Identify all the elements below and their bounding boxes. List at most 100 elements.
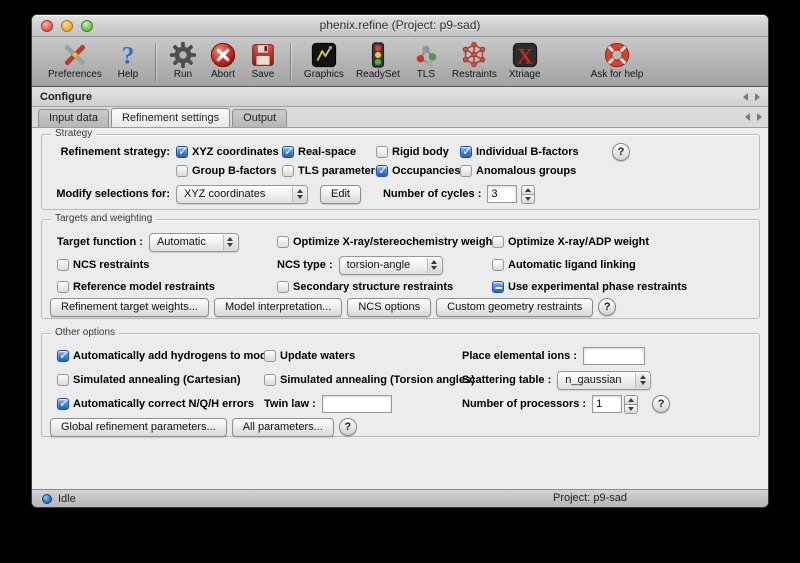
checkbox-label: Simulated annealing (Torsion angles)	[280, 374, 475, 386]
toolbar-button-preferences[interactable]: Preferences	[42, 40, 108, 80]
checkbox-tls-parameters[interactable]: TLS parameters	[282, 165, 381, 177]
status-text: Idle	[58, 493, 76, 505]
targets-row-2: NCS restraints NCS type : torsion-angle …	[42, 256, 759, 274]
toolbar-button-readyset[interactable]: ReadySet	[350, 40, 406, 80]
custom-geometry-restraints-button[interactable]: Custom geometry restraints	[436, 298, 593, 317]
targets-help-button[interactable]: ?	[598, 298, 616, 316]
checkbox-automatically-correct-nqh[interactable]: Automatically correct N/Q/H errors	[57, 398, 254, 410]
help-icon: ?	[114, 40, 142, 69]
checkbox-ncs-restraints[interactable]: NCS restraints	[57, 259, 149, 271]
checkbox-use-experimental-phase-restraints[interactable]: Use experimental phase restraints	[492, 281, 687, 293]
checkbox-box-icon	[460, 146, 472, 158]
scattering-table-select[interactable]: n_gaussian	[557, 371, 651, 390]
tab-output[interactable]: Output	[232, 109, 287, 127]
refinement-target-weights-button[interactable]: Refinement target weights...	[50, 298, 209, 317]
toolbar-button-tls[interactable]: TLS	[406, 40, 446, 80]
ncs-options-button[interactable]: NCS options	[347, 298, 431, 317]
number-of-processors-input[interactable]	[592, 395, 622, 413]
checkbox-box-icon	[492, 281, 504, 293]
checkbox-reference-model-restraints[interactable]: Reference model restraints	[57, 281, 215, 293]
app-window: phenix.refine (Project: p9-sad) Preferen…	[31, 14, 769, 508]
checkbox-simulated-annealing-torsion[interactable]: Simulated annealing (Torsion angles)	[264, 374, 475, 386]
tab-input-data[interactable]: Input data	[38, 109, 109, 127]
checkbox-individual-b-factors[interactable]: Individual B-factors	[460, 146, 579, 158]
toolbar-button-help[interactable]: ? Help	[108, 40, 148, 80]
toolbar-button-abort[interactable]: Abort	[203, 40, 243, 80]
title-bar[interactable]: phenix.refine (Project: p9-sad)	[32, 15, 768, 37]
project-label: Project: p9-sad	[553, 490, 627, 507]
target-function-label: Target function :	[57, 236, 143, 248]
checkbox-box-icon	[376, 146, 388, 158]
checkbox-secondary-structure-restraints[interactable]: Secondary structure restraints	[277, 281, 453, 293]
configure-nav-right-icon[interactable]	[755, 93, 760, 101]
checkbox-optimize-xray-adp-weight[interactable]: Optimize X-ray/ADP weight	[492, 236, 649, 248]
toolbar-separator	[290, 43, 291, 81]
checkbox-occupancies[interactable]: Occupancies	[376, 165, 460, 177]
strategy-group: Strategy Refinement strategy: XYZ coordi…	[41, 134, 760, 210]
toolbar-button-restraints[interactable]: Restraints	[446, 40, 503, 80]
toolbar-button-save[interactable]: Save	[243, 40, 283, 80]
stepper-down-icon[interactable]	[521, 194, 535, 204]
toolbar-button-run[interactable]: Run	[163, 40, 203, 80]
toolbar-label: Restraints	[452, 69, 497, 80]
twin-law-input[interactable]	[322, 395, 392, 413]
targets-row-3: Reference model restraints Secondary str…	[42, 278, 759, 296]
all-parameters-button[interactable]: All parameters...	[232, 418, 334, 437]
checkbox-xyz-coordinates[interactable]: XYZ coordinates	[176, 146, 279, 158]
tab-refinement-settings[interactable]: Refinement settings	[111, 108, 230, 127]
ncs-type-select[interactable]: torsion-angle	[339, 256, 443, 275]
strategy-help-button[interactable]: ?	[612, 143, 630, 161]
checkbox-update-waters[interactable]: Update waters	[264, 350, 355, 362]
toolbar-label: Save	[252, 69, 275, 80]
number-of-processors-stepper[interactable]	[624, 395, 638, 414]
checkbox-automatic-ligand-linking[interactable]: Automatic ligand linking	[492, 259, 636, 271]
processors-help-button[interactable]: ?	[652, 395, 670, 413]
checkbox-box-icon	[282, 146, 294, 158]
number-of-cycles-input[interactable]	[487, 185, 517, 203]
checkbox-box-icon	[57, 398, 69, 410]
xtriage-icon: X	[511, 40, 539, 69]
stepper-up-icon[interactable]	[521, 185, 535, 194]
configure-nav-left-icon[interactable]	[743, 93, 748, 101]
checkbox-anomalous-groups[interactable]: Anomalous groups	[460, 165, 576, 177]
toolbar-button-graphics[interactable]: Graphics	[298, 40, 350, 80]
toolbar-button-xtriage[interactable]: X Xtriage	[503, 40, 547, 80]
stepper-down-icon[interactable]	[624, 404, 638, 414]
toolbar-label: Run	[174, 69, 192, 80]
edit-button[interactable]: Edit	[320, 185, 361, 204]
global-refinement-parameters-button[interactable]: Global refinement parameters...	[50, 418, 227, 437]
toolbar-separator	[155, 43, 156, 81]
run-gear-icon	[169, 40, 197, 69]
target-function-select[interactable]: Automatic	[149, 233, 239, 252]
toolbar-button-ask-for-help[interactable]: Ask for help	[585, 40, 650, 80]
molecule-icon	[412, 40, 440, 69]
checkbox-automatically-add-hydrogens[interactable]: Automatically add hydrogens to model	[57, 350, 276, 362]
toolbar-label: Xtriage	[509, 69, 541, 80]
status-indicator-icon	[42, 494, 52, 504]
checkbox-label: Real-space	[298, 146, 356, 158]
checkbox-box-icon	[57, 281, 69, 293]
checkbox-label: Simulated annealing (Cartesian)	[73, 374, 240, 386]
modify-selections-select[interactable]: XYZ coordinates	[176, 185, 308, 204]
checkbox-label: Automatically add hydrogens to model	[73, 350, 276, 362]
stepper-up-icon[interactable]	[624, 395, 638, 404]
checkbox-optimize-xray-stereochemistry-weight[interactable]: Optimize X-ray/stereochemistry weight	[277, 236, 496, 248]
place-elemental-ions-input[interactable]	[583, 347, 645, 365]
checkbox-rigid-body[interactable]: Rigid body	[376, 146, 449, 158]
strategy-row-1: Refinement strategy: XYZ coordinates Rea…	[42, 143, 759, 161]
checkbox-label: Automatic ligand linking	[508, 259, 636, 271]
model-interpretation-button[interactable]: Model interpretation...	[214, 298, 342, 317]
checkbox-real-space[interactable]: Real-space	[282, 146, 356, 158]
tab-nav-left-icon[interactable]	[745, 113, 750, 121]
combo-value: Automatic	[157, 236, 206, 248]
targets-group: Targets and weighting Target function : …	[41, 219, 760, 319]
tab-nav-right-icon[interactable]	[757, 113, 762, 121]
checkbox-label: NCS restraints	[73, 259, 149, 271]
svg-text:X: X	[517, 43, 533, 68]
checkbox-group-b-factors[interactable]: Group B-factors	[176, 165, 276, 177]
number-of-cycles-stepper[interactable]	[521, 185, 535, 204]
checkbox-box-icon	[176, 146, 188, 158]
checkbox-label: Optimize X-ray/ADP weight	[508, 236, 649, 248]
other-help-button[interactable]: ?	[339, 418, 357, 436]
checkbox-simulated-annealing-cartesian[interactable]: Simulated annealing (Cartesian)	[57, 374, 240, 386]
